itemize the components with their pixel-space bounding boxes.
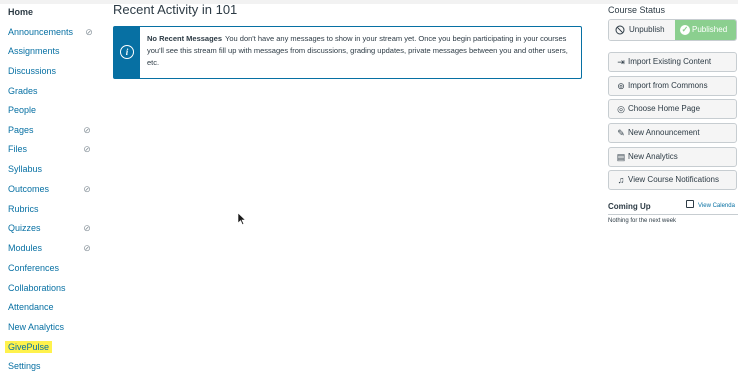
eye-slash-icon: ⊘ [83, 125, 91, 135]
target-icon: ◎ [617, 104, 625, 114]
new-announcement-button[interactable]: ✎ New Announcement [608, 123, 737, 143]
eye-slash-icon: ⊘ [83, 144, 91, 154]
notice-accent: i [114, 27, 140, 78]
nav-item-quizzes[interactable]: Quizzes ⊘ [8, 219, 100, 237]
nav-item-label: Pages [8, 125, 34, 135]
course-sidebar: Course Status Unpublish ✓ Published ⇥ Im… [607, 0, 738, 375]
bell-icon: ♫ [617, 175, 625, 185]
no-icon [615, 25, 625, 35]
eye-slash-icon: ⊘ [83, 223, 91, 233]
nav-item-label: Syllabus [8, 164, 43, 174]
nav-item-label: Rubrics [8, 204, 39, 214]
button-label: New Analytics [628, 152, 678, 161]
published-button[interactable]: ✓ Published [675, 20, 736, 40]
check-icon: ✓ [680, 25, 690, 35]
course-navigation: Home Announcements ⊘ Assignments Discussi… [0, 0, 100, 375]
import-from-commons-button[interactable]: ⊚ Import from Commons [608, 76, 737, 96]
nav-item-label: Grades [8, 86, 38, 96]
notice-text: No Recent Messages You don't have any mes… [147, 33, 577, 69]
calendar-icon [686, 200, 694, 208]
nav-item-outcomes[interactable]: Outcomes ⊘ [8, 180, 100, 198]
choose-home-page-button[interactable]: ◎ Choose Home Page [608, 99, 737, 119]
eye-slash-icon: ⊘ [83, 184, 91, 194]
nav-item-label: New Analytics [8, 322, 65, 332]
import-existing-content-button[interactable]: ⇥ Import Existing Content [608, 52, 737, 72]
nav-item-label: Quizzes [8, 223, 41, 233]
course-status-toggle: Unpublish ✓ Published [608, 19, 737, 41]
nav-item-pages[interactable]: Pages ⊘ [8, 121, 100, 139]
course-status-heading: Course Status [608, 5, 666, 15]
nav-item-conferences[interactable]: Conferences [8, 259, 100, 277]
nav-item-home[interactable]: Home [8, 3, 100, 21]
unpublish-label: Unpublish [629, 25, 665, 34]
button-label: Import from Commons [628, 81, 708, 90]
button-label: Choose Home Page [628, 104, 701, 113]
import-icon: ⇥ [617, 57, 625, 67]
no-messages-notice: i No Recent Messages You don't have any m… [113, 26, 582, 79]
commons-icon: ⊚ [617, 81, 625, 91]
nav-item-label: Conferences [8, 263, 60, 273]
mouse-cursor-icon [238, 213, 246, 225]
nav-item-discussions[interactable]: Discussions [8, 62, 100, 80]
nav-item-rubrics[interactable]: Rubrics [8, 200, 100, 218]
nav-item-label: Home [8, 7, 34, 17]
nav-item-label: Collaborations [8, 283, 66, 293]
analytics-icon: ▤ [616, 152, 626, 162]
nav-item-label: People [8, 105, 37, 115]
page-title: Recent Activity in 101 [113, 2, 238, 17]
nav-item-modules[interactable]: Modules ⊘ [8, 239, 100, 257]
nav-item-label: Outcomes [8, 184, 50, 194]
nav-item-label: Attendance [8, 302, 54, 312]
nav-item-files[interactable]: Files ⊘ [8, 140, 100, 158]
nav-item-label: Modules [8, 243, 43, 253]
nav-item-label: Settings [8, 361, 41, 371]
nav-item-attendance[interactable]: Attendance [8, 298, 100, 316]
nav-item-label: Files [8, 144, 28, 154]
nav-item-label: Discussions [8, 66, 57, 76]
unpublish-button[interactable]: Unpublish [609, 20, 675, 40]
nav-item-assignments[interactable]: Assignments [8, 42, 100, 60]
button-label: View Course Notifications [628, 175, 720, 184]
nav-item-settings[interactable]: Settings [8, 357, 100, 375]
button-label: New Announcement [628, 128, 700, 137]
nav-item-syllabus[interactable]: Syllabus [8, 160, 100, 178]
coming-up-heading: Coming Up [608, 202, 651, 211]
nav-item-grades[interactable]: Grades [8, 82, 100, 100]
nav-item-collaborations[interactable]: Collaborations [8, 279, 100, 297]
megaphone-icon: ✎ [617, 128, 625, 138]
divider [608, 214, 738, 215]
info-icon: i [120, 45, 134, 59]
view-course-notifications-button[interactable]: ♫ View Course Notifications [608, 170, 737, 190]
notice-title: No Recent Messages [147, 34, 223, 43]
nav-item-people[interactable]: People [8, 101, 100, 119]
nav-item-givepulse[interactable]: GivePulse [5, 338, 100, 356]
nav-item-new-analytics[interactable]: New Analytics [8, 318, 100, 336]
nav-item-label: Announcements [8, 27, 74, 37]
new-analytics-button[interactable]: ▤ New Analytics [608, 147, 737, 167]
published-label: Published [692, 25, 728, 34]
eye-slash-icon: ⊘ [85, 27, 93, 37]
view-calendar-link[interactable]: View Calenda [686, 200, 735, 211]
nav-item-announcements[interactable]: Announcements ⊘ [8, 23, 100, 41]
view-calendar-label: View Calenda [698, 203, 735, 209]
coming-up-empty-text: Nothing for the next week [608, 218, 677, 224]
eye-slash-icon: ⊘ [83, 243, 91, 253]
button-label: Import Existing Content [628, 57, 712, 66]
nav-item-label: Assignments [8, 46, 60, 56]
nav-item-label: GivePulse [5, 341, 53, 353]
